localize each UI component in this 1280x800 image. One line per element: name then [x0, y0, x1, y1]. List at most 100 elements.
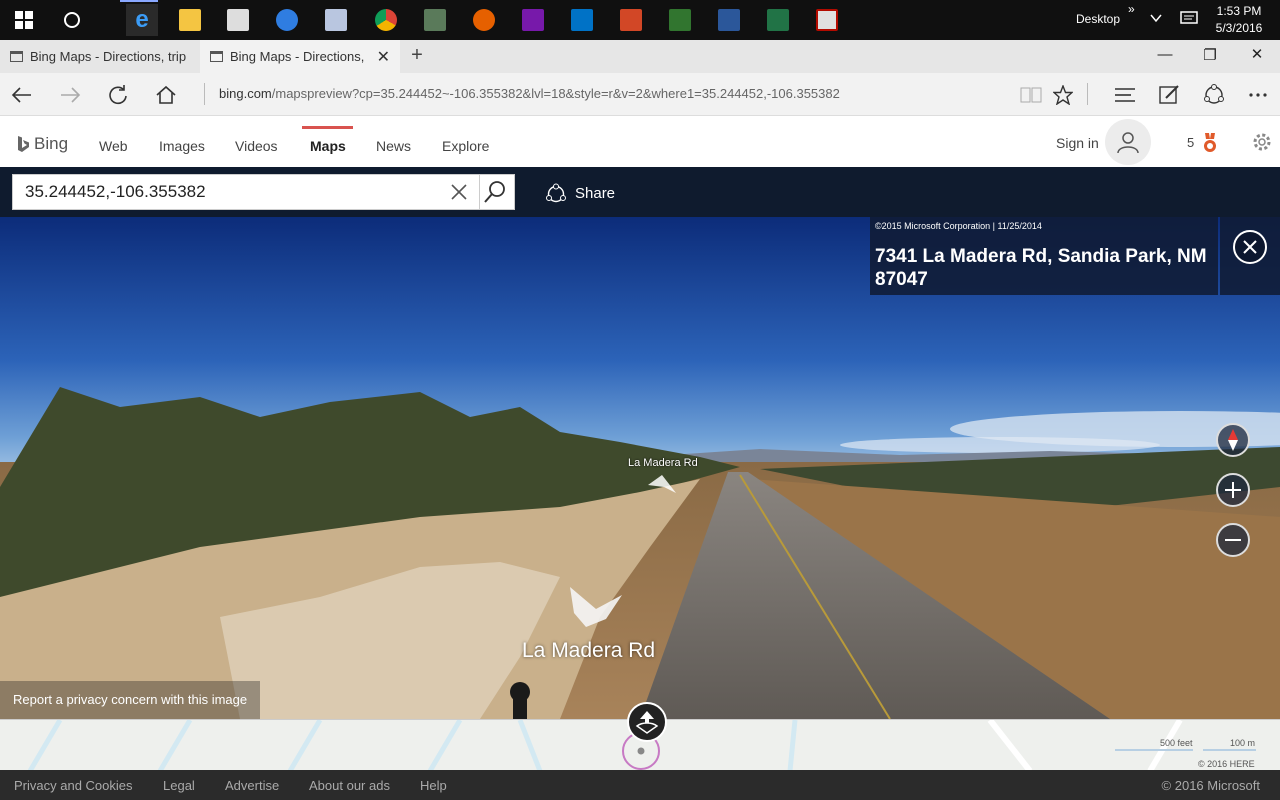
share-button[interactable]: Share	[545, 182, 615, 204]
windows-start-icon[interactable]	[8, 4, 40, 36]
compass-icon	[1228, 429, 1238, 451]
minimize-button[interactable]: —	[1155, 46, 1175, 63]
clock-date: 5/3/2016	[1215, 21, 1263, 35]
streetside-arrow-icon	[635, 711, 659, 734]
excel-icon[interactable]	[762, 4, 794, 36]
restore-button[interactable]: ❐	[1200, 46, 1220, 64]
bing-header: Bing Web Images Videos Maps News Explore…	[0, 116, 1280, 167]
tab-directions-trip[interactable]: Bing Maps - Directions, trip	[0, 40, 200, 73]
edge-icon[interactable]: e	[126, 4, 158, 36]
share-icon[interactable]	[1200, 81, 1228, 109]
refresh-button[interactable]	[104, 81, 132, 109]
nav-news[interactable]: News	[376, 138, 411, 154]
more-icon[interactable]	[1244, 81, 1272, 109]
search-icon[interactable]	[483, 180, 507, 204]
app-icon[interactable]	[419, 4, 451, 36]
new-tab-button[interactable]: +	[407, 44, 427, 67]
firefox-icon[interactable]	[468, 4, 500, 36]
imagery-copyright: ©2015 Microsoft Corporation | 11/25/2014	[875, 221, 1042, 231]
chevron-up-icon[interactable]	[1150, 12, 1162, 26]
share-icon	[546, 183, 566, 203]
search-strip: Share	[0, 167, 1280, 217]
footer-advertise-link[interactable]: Advertise	[225, 778, 279, 793]
footer-legal-link[interactable]: Legal	[163, 778, 195, 793]
zoom-in-button[interactable]	[1216, 473, 1250, 507]
nav-explore[interactable]: Explore	[442, 138, 489, 154]
word-icon[interactable]	[713, 4, 745, 36]
road-label-small[interactable]: La Madera Rd	[628, 457, 698, 469]
nav-web[interactable]: Web	[99, 138, 128, 154]
tab-directions-active[interactable]: Bing Maps - Directions, ✕	[200, 40, 400, 73]
store-icon[interactable]	[222, 4, 254, 36]
close-panel	[1220, 217, 1280, 295]
nav-videos[interactable]: Videos	[235, 138, 278, 154]
hub-icon[interactable]	[1111, 81, 1139, 109]
divider	[1087, 83, 1088, 105]
clock[interactable]: 1:53 PM 5/3/2016	[1200, 3, 1278, 37]
close-streetside-button[interactable]	[1233, 230, 1267, 264]
search-input[interactable]	[13, 175, 443, 209]
streetside-view[interactable]: La Madera Rd La Madera Rd ©2015 Microsof…	[0, 217, 1280, 719]
scale-meters: 100 m	[1230, 738, 1256, 748]
url-domain: bing.com	[219, 86, 272, 101]
page-icon	[10, 51, 23, 62]
malwarebytes-icon[interactable]	[271, 4, 303, 36]
favorite-star-icon[interactable]	[1049, 81, 1077, 109]
nav-maps[interactable]: Maps	[310, 138, 346, 154]
toolbar-overflow-icon[interactable]: »	[1128, 2, 1135, 16]
streetside-toggle-button[interactable]	[627, 702, 667, 742]
tab-bar: Bing Maps - Directions, trip Bing Maps -…	[0, 40, 1280, 73]
tab-label: Bing Maps - Directions, trip	[30, 49, 187, 64]
close-window-button[interactable]: ✕	[1247, 45, 1267, 63]
project-icon[interactable]	[664, 4, 696, 36]
gear-icon[interactable]	[1251, 131, 1273, 153]
url-field[interactable]: bing.com/mapspreview?cp=35.244452~-106.3…	[219, 86, 840, 101]
onenote-icon[interactable]	[517, 4, 549, 36]
powerpoint-icon[interactable]	[615, 4, 647, 36]
footer-privacy-link[interactable]: Privacy and Cookies	[14, 778, 133, 793]
tab-label: Bing Maps - Directions,	[230, 49, 365, 64]
bing-logo[interactable]: Bing	[16, 134, 68, 154]
compass-button[interactable]	[1216, 423, 1250, 457]
address-bar: bing.com/mapspreview?cp=35.244452~-106.3…	[0, 73, 1280, 116]
chrome-icon[interactable]	[370, 4, 402, 36]
app-icon[interactable]	[320, 4, 352, 36]
rewards-medal-icon[interactable]	[1200, 133, 1220, 153]
cortana-icon[interactable]	[56, 4, 88, 36]
address-info-panel: ©2015 Microsoft Corporation | 11/25/2014…	[870, 217, 1218, 295]
page-footer: Privacy and Cookies Legal Advertise Abou…	[0, 770, 1280, 800]
bing-logo-text: Bing	[34, 134, 69, 153]
nav-images[interactable]: Images	[159, 138, 205, 154]
rewards-count[interactable]: 5	[1187, 135, 1194, 150]
sign-in-link[interactable]: Sign in	[1056, 135, 1099, 151]
back-button[interactable]	[8, 81, 36, 109]
user-avatar-icon[interactable]	[1105, 119, 1151, 165]
active-app-indicator	[120, 0, 158, 2]
footer-help-link[interactable]: Help	[420, 778, 447, 793]
forward-button[interactable]	[56, 81, 84, 109]
outlook-icon[interactable]	[566, 4, 598, 36]
zoom-out-button[interactable]	[1216, 523, 1250, 557]
desktop-toolbar-label[interactable]: Desktop	[1076, 12, 1120, 26]
clear-search-icon[interactable]	[448, 181, 470, 203]
scale-feet: 500 feet	[1160, 738, 1193, 748]
plus-icon	[1225, 482, 1241, 498]
privacy-concern-link[interactable]: Report a privacy concern with this image	[0, 681, 260, 719]
reading-view-icon[interactable]	[1017, 81, 1045, 109]
search-box	[12, 174, 515, 210]
close-tab-icon[interactable]: ✕	[377, 47, 390, 67]
action-center-icon[interactable]	[1180, 11, 1198, 32]
divider	[204, 83, 205, 105]
address-title: 7341 La Madera Rd, Sandia Park, NM 87047	[875, 246, 1207, 290]
home-button[interactable]	[152, 81, 180, 109]
map-copyright: © 2016 HERE	[1198, 759, 1255, 769]
minus-icon	[1225, 539, 1241, 541]
acrobat-icon[interactable]	[811, 4, 843, 36]
divider	[479, 175, 480, 209]
web-note-icon[interactable]	[1155, 81, 1183, 109]
active-nav-underline	[302, 126, 353, 129]
clock-time: 1:53 PM	[1216, 4, 1262, 18]
road-label-big[interactable]: La Madera Rd	[522, 639, 655, 663]
footer-about-ads-link[interactable]: About our ads	[309, 778, 390, 793]
file-explorer-icon[interactable]	[174, 4, 206, 36]
